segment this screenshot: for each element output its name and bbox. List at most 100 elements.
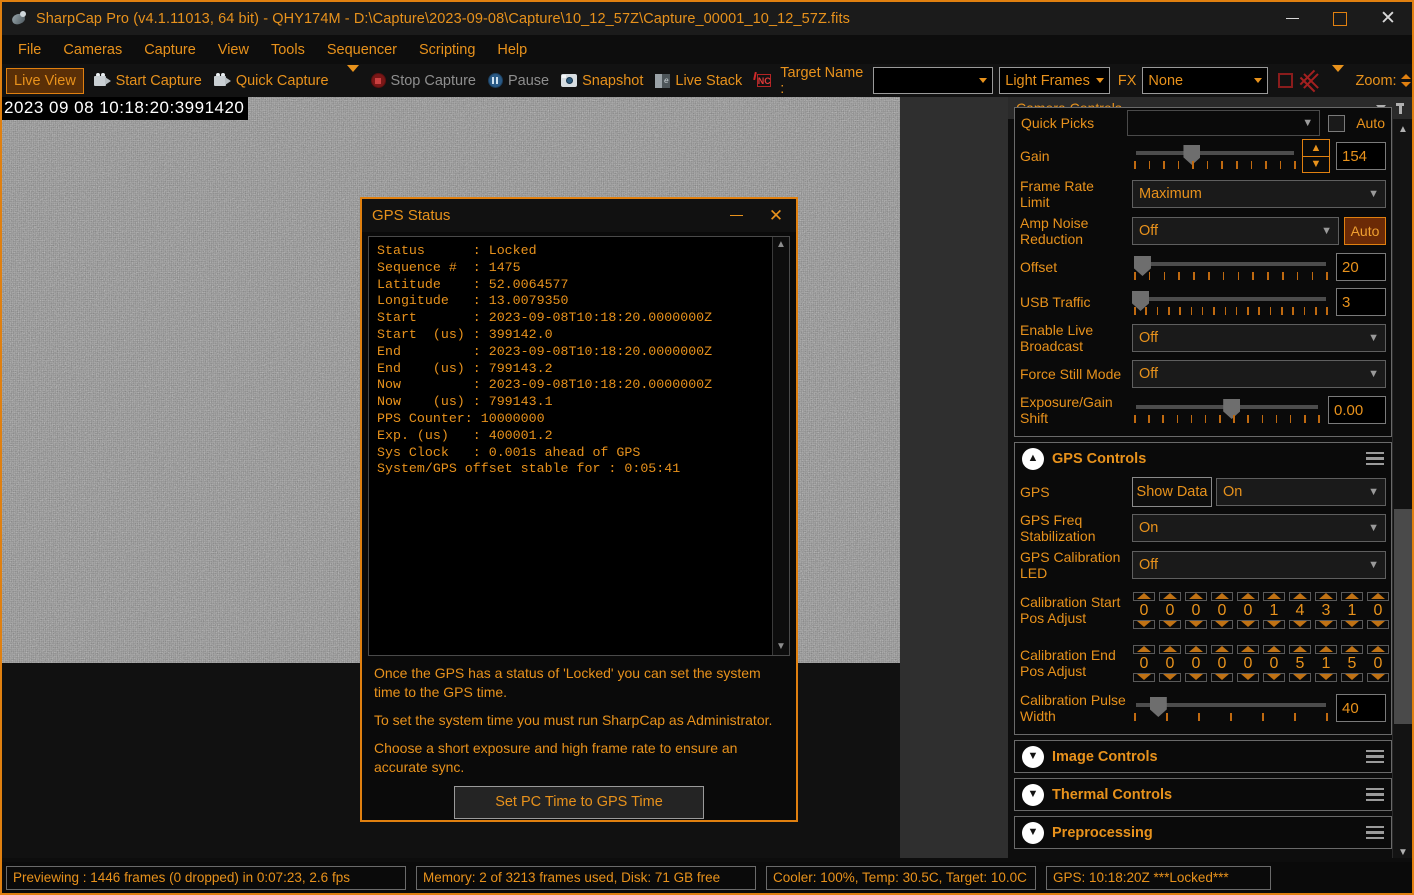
offset-slider[interactable]: [1132, 252, 1330, 282]
live-view-button[interactable]: Live View: [6, 67, 84, 94]
digit-stepper[interactable]: 0: [1132, 591, 1156, 629]
zoom-stepper[interactable]: [1400, 68, 1412, 94]
digit-up-icon[interactable]: [1315, 644, 1337, 654]
right-panel-scrollbar[interactable]: ▲ ▼: [1392, 119, 1412, 862]
scrollbar-thumb[interactable]: [1394, 509, 1412, 724]
menu-help[interactable]: Help: [487, 39, 537, 61]
digit-stepper[interactable]: 0: [1366, 644, 1390, 682]
scroll-up-icon[interactable]: ▲: [776, 240, 786, 250]
digit-down-icon[interactable]: [1289, 619, 1311, 629]
image-controls-group[interactable]: ▼ Image Controls: [1014, 740, 1392, 773]
digit-stepper[interactable]: 0: [1366, 591, 1390, 629]
gps-status-scrollbar[interactable]: ▲ ▼: [772, 237, 789, 655]
quick-capture-button[interactable]: Quick Capture: [208, 68, 335, 94]
target-name-input[interactable]: [872, 67, 994, 94]
snapshot-button[interactable]: Snapshot: [555, 68, 649, 94]
gps-freq-stabilization-select[interactable]: On ▼: [1132, 514, 1386, 542]
amp-noise-reduction-auto-button[interactable]: Auto: [1344, 217, 1386, 245]
set-pc-time-to-gps-time-button[interactable]: Set PC Time to GPS Time: [454, 786, 704, 819]
digit-up-icon[interactable]: [1237, 591, 1259, 601]
overlay-dropdown[interactable]: [1319, 64, 1351, 90]
digit-up-icon[interactable]: [1367, 644, 1389, 654]
gps-dialog-close-button[interactable]: ✕: [756, 199, 796, 232]
digit-stepper[interactable]: 4: [1288, 591, 1312, 629]
gps-calibration-led-select[interactable]: Off ▼: [1132, 551, 1386, 579]
usb-traffic-value[interactable]: 3: [1336, 288, 1386, 316]
show-data-button[interactable]: Show Data: [1132, 477, 1212, 507]
digit-stepper[interactable]: 1: [1262, 591, 1286, 629]
menu-icon[interactable]: [1366, 826, 1384, 839]
digit-down-icon[interactable]: [1367, 619, 1389, 629]
frame-type-select[interactable]: Light Frames: [999, 67, 1110, 94]
digit-up-icon[interactable]: [1263, 591, 1285, 601]
digit-up-icon[interactable]: [1263, 644, 1285, 654]
gain-stepper[interactable]: ▲ ▼: [1302, 139, 1330, 173]
digit-stepper[interactable]: 0: [1210, 591, 1234, 629]
gps-select[interactable]: On ▼: [1216, 478, 1386, 506]
digit-up-icon[interactable]: [1315, 591, 1337, 601]
digit-stepper[interactable]: 5: [1288, 644, 1312, 682]
digit-down-icon[interactable]: [1133, 672, 1155, 682]
digit-stepper[interactable]: 0: [1236, 644, 1260, 682]
digit-down-icon[interactable]: [1341, 672, 1363, 682]
digit-stepper[interactable]: 0: [1132, 644, 1156, 682]
gain-value[interactable]: 154: [1336, 142, 1386, 170]
menu-sequencer[interactable]: Sequencer: [317, 39, 407, 61]
quick-picks-select[interactable]: ▼: [1127, 110, 1321, 136]
digit-up-icon[interactable]: [1185, 644, 1207, 654]
enable-live-broadcast-select[interactable]: Off ▼: [1132, 324, 1386, 352]
thermal-controls-group[interactable]: ▼ Thermal Controls: [1014, 778, 1392, 811]
digit-stepper[interactable]: 1: [1340, 591, 1364, 629]
digit-up-icon[interactable]: [1211, 644, 1233, 654]
digit-up-icon[interactable]: [1133, 644, 1155, 654]
digit-up-icon[interactable]: [1341, 644, 1363, 654]
digit-down-icon[interactable]: [1315, 619, 1337, 629]
digit-down-icon[interactable]: [1211, 619, 1233, 629]
digit-stepper[interactable]: 0: [1210, 644, 1234, 682]
amp-noise-reduction-select[interactable]: Off ▼: [1132, 217, 1339, 245]
digit-down-icon[interactable]: [1185, 619, 1207, 629]
chevron-down-icon[interactable]: ▼: [1022, 745, 1044, 768]
minimize-button[interactable]: [1268, 2, 1316, 35]
quick-picks-auto-checkbox[interactable]: [1328, 114, 1346, 132]
fx-select[interactable]: None: [1142, 67, 1269, 94]
digit-down-icon[interactable]: [1341, 619, 1363, 629]
no-capture-icon[interactable]: NC: [753, 71, 772, 88]
digit-up-icon[interactable]: [1367, 591, 1389, 601]
digit-up-icon[interactable]: [1289, 591, 1311, 601]
digit-down-icon[interactable]: [1263, 672, 1285, 682]
menu-icon[interactable]: [1366, 788, 1384, 801]
digit-stepper[interactable]: 0: [1158, 644, 1182, 682]
digit-stepper[interactable]: 3: [1314, 591, 1338, 629]
digit-up-icon[interactable]: [1237, 644, 1259, 654]
gain-slider[interactable]: [1132, 141, 1298, 171]
menu-view[interactable]: View: [208, 39, 259, 61]
maximize-button[interactable]: [1316, 2, 1364, 35]
digit-stepper[interactable]: 0: [1158, 591, 1182, 629]
digit-stepper[interactable]: 0: [1236, 591, 1260, 629]
frame-rate-limit-select[interactable]: Maximum ▼: [1132, 180, 1386, 208]
digit-stepper[interactable]: 1: [1314, 644, 1338, 682]
menu-icon[interactable]: [1366, 750, 1384, 763]
menu-capture[interactable]: Capture: [134, 39, 206, 61]
digit-stepper[interactable]: 5: [1340, 644, 1364, 682]
calibration-pulse-width-value[interactable]: 40: [1336, 694, 1386, 722]
clear-overlay-icon[interactable]: [1300, 69, 1320, 92]
digit-down-icon[interactable]: [1237, 619, 1259, 629]
stepper-down-icon[interactable]: ▼: [1303, 155, 1329, 173]
digit-stepper[interactable]: 0: [1184, 644, 1208, 682]
digit-up-icon[interactable]: [1185, 591, 1207, 601]
digit-up-icon[interactable]: [1289, 644, 1311, 654]
force-still-mode-select[interactable]: Off ▼: [1132, 360, 1386, 388]
digit-down-icon[interactable]: [1263, 619, 1285, 629]
digit-up-icon[interactable]: [1159, 591, 1181, 601]
menu-cameras[interactable]: Cameras: [53, 39, 132, 61]
exposure-gain-shift-slider[interactable]: [1132, 395, 1322, 425]
digit-down-icon[interactable]: [1133, 619, 1155, 629]
stop-capture-button[interactable]: Stop Capture: [365, 68, 482, 94]
chevron-up-icon[interactable]: ▲: [1022, 447, 1044, 470]
digit-down-icon[interactable]: [1315, 672, 1337, 682]
menu-icon[interactable]: [1366, 452, 1384, 465]
calibration-pulse-width-slider[interactable]: [1132, 693, 1330, 723]
digit-down-icon[interactable]: [1159, 672, 1181, 682]
